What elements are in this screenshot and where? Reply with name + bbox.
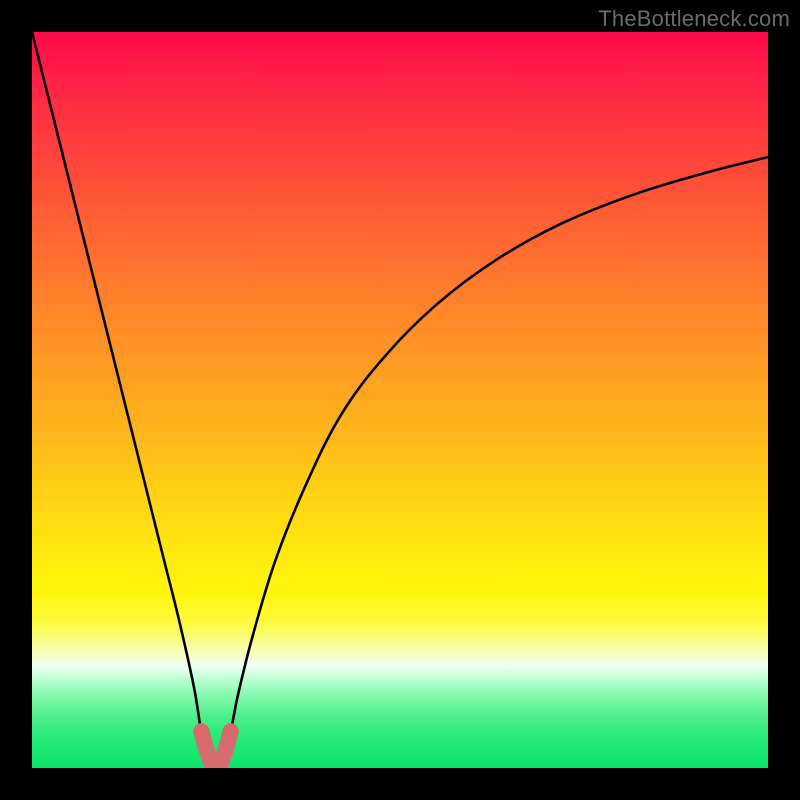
plot-area bbox=[32, 32, 768, 768]
watermark-text: TheBottleneck.com bbox=[598, 6, 790, 32]
marker-layer bbox=[32, 32, 768, 768]
chart-frame: TheBottleneck.com bbox=[0, 0, 800, 800]
u-shape-highlight bbox=[201, 731, 230, 766]
